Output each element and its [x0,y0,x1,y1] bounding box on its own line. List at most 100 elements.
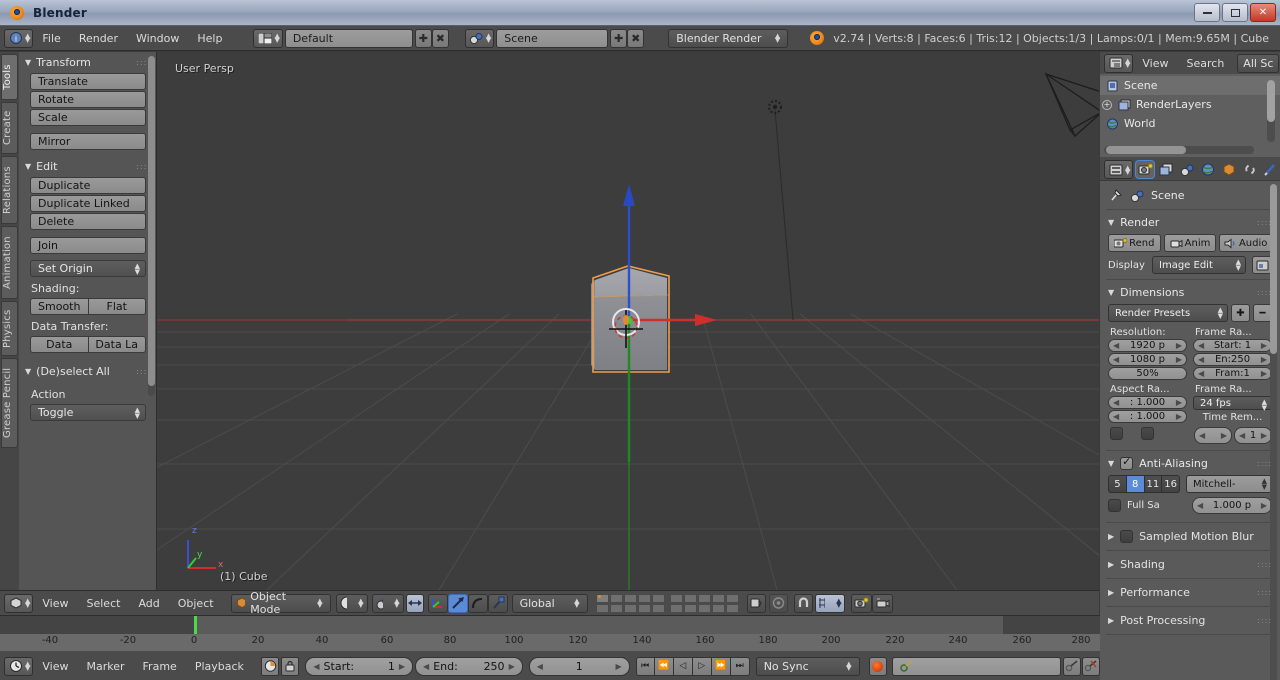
keying-set-field[interactable] [891,656,1061,676]
display-preview-button[interactable] [1252,256,1272,274]
lock-button[interactable] [281,656,300,676]
render-animation-button[interactable] [871,593,893,613]
record-button[interactable] [868,656,887,676]
tool-mirror[interactable]: Mirror [30,133,146,150]
motion-blur-checkbox[interactable] [1120,530,1134,543]
samples-11[interactable]: 11 [1144,475,1163,493]
tab-animation[interactable]: Animation [1,226,18,299]
outliner-horizontal-scrollbar[interactable] [1104,146,1254,154]
pivot-point-selector[interactable]: ▲ ▼ [371,593,404,613]
viewport-menu-add[interactable]: Add [129,594,168,613]
snap-element-selector[interactable]: ▲ ▼ [814,593,845,613]
play-button[interactable]: ▷ [692,656,712,676]
render-engine-selector[interactable]: Blender Render ▲ ▼ [668,28,789,48]
crop-checkbox[interactable] [1141,427,1154,440]
viewport-shading-selector[interactable]: ▲ ▼ [335,593,368,613]
outliner-display-mode[interactable]: All Sc [1237,53,1280,73]
tab-tools[interactable]: Tools [1,54,18,100]
resolution-percentage-field[interactable]: 50% [1108,367,1187,380]
panel-header-render[interactable]: ▼ Render :::: [1100,213,1280,232]
viewport-editor-type-selector[interactable]: ▲ ▼ [4,593,34,613]
display-mode-dropdown[interactable]: Image Edit ▲ ▼ [1152,256,1246,274]
viewport-menu-view[interactable]: View [33,594,77,613]
properties-tab-renderlayers[interactable] [1157,161,1175,178]
render-preview-button[interactable] [850,593,872,613]
tool-duplicate[interactable]: Duplicate [30,177,146,194]
panel-header-deselect-all[interactable]: ▼ (De)select All :::: [19,361,157,381]
samples-8[interactable]: 8 [1126,475,1145,493]
antialiasing-filter-dropdown[interactable]: Mitchell- ▲ ▼ [1186,475,1272,493]
outliner-row-world[interactable]: World [1100,114,1280,133]
outliner-row-scene[interactable]: Scene [1100,76,1280,95]
properties-tab-scene[interactable] [1178,161,1196,178]
frame-rate-dropdown[interactable]: 24 fps ▲ ▼ [1193,396,1272,412]
render-image-button[interactable]: Rend [1108,234,1161,252]
timeline-menu-view[interactable]: View [33,657,77,676]
jump-next-keyframe-button[interactable]: ⏩ [711,656,731,676]
antialiasing-checkbox[interactable] [1120,455,1134,470]
scene-selector[interactable]: ▲ ▼ [464,28,495,48]
frame-step-field[interactable]: ◀ Fram:1 ▶ [1193,367,1272,380]
menu-window[interactable]: Window [127,29,188,48]
tab-grease-pencil[interactable]: Grease Pencil [1,358,18,448]
viewport-menu-select[interactable]: Select [78,594,130,613]
properties-tab-object[interactable] [1220,161,1238,178]
samples-16[interactable]: 16 [1162,475,1180,493]
delete-screen-layout-button[interactable]: ✖ [431,28,449,48]
proportional-edit-button[interactable] [768,593,788,613]
menu-render[interactable]: Render [70,29,127,48]
timeline-range-strip[interactable] [0,616,1100,634]
interaction-mode-selector[interactable]: Object Mode ▲ ▼ [230,590,331,616]
viewport-menu-object[interactable]: Object [169,594,223,613]
tool-translate[interactable]: Translate [30,73,146,90]
tool-scale[interactable]: Scale [30,109,146,126]
antialiasing-size-field[interactable]: ◀ 1.000 p ▶ [1192,497,1272,514]
3d-viewport[interactable]: User Persp (1) Cube z y x [157,52,1099,590]
add-scene-button[interactable]: ✚ [610,28,628,48]
tab-physics[interactable]: Physics [1,301,18,356]
transform-orientation-selector[interactable]: Global ▲ ▼ [511,593,588,613]
resolution-x-field[interactable]: ◀ 1920 p ▶ [1108,339,1187,352]
timeline-ruler[interactable]: -40 -20 0 20 40 60 80 100 120 140 160 18… [0,634,1100,666]
current-frame-field[interactable]: ◀ 1 ▶ [528,656,630,676]
timeline-editor-type-selector[interactable]: ▲ ▼ [4,656,34,676]
playhead[interactable] [194,616,197,634]
tool-join[interactable]: Join [30,237,146,254]
screen-layout-selector[interactable]: ▲ ▼ [253,28,283,48]
tool-duplicate-linked[interactable]: Duplicate Linked [30,195,146,212]
remove-keyframe-button[interactable] [1081,656,1101,676]
render-animation-button[interactable]: Anim [1163,234,1217,252]
properties-tab-modifiers[interactable] [1262,161,1280,178]
tool-set-origin-dropdown[interactable]: Set Origin ▲ ▼ [30,260,146,277]
menu-help[interactable]: Help [188,29,231,48]
action-dropdown[interactable]: Toggle ▲ ▼ [30,404,146,421]
maximize-button[interactable] [1222,3,1248,22]
manipulator-toggle[interactable] [405,593,424,613]
tool-data-layout-transfer[interactable]: Data La [88,336,146,353]
panel-header-edit[interactable]: ▼ Edit :::: [19,156,157,176]
add-keyframe-button[interactable] [1062,656,1081,676]
panel-header-antialiasing[interactable]: ▼ Anti-Aliasing :::: [1100,454,1280,473]
outliner-menu-view[interactable]: View [1133,54,1177,73]
tab-create[interactable]: Create [1,102,18,154]
frame-start-field[interactable]: ◀ Start: 1 ▶ [1193,339,1272,352]
panel-header-dimensions[interactable]: ▼ Dimensions :::: [1100,283,1280,302]
tool-delete[interactable]: Delete [30,213,146,230]
tool-shade-smooth[interactable]: Smooth [30,298,89,315]
properties-tab-render[interactable] [1136,161,1155,178]
time-remap-old-field[interactable]: ◀ ▶ [1194,427,1232,444]
outliner-vertical-scrollbar[interactable] [1267,80,1275,142]
translate-manipulator-button[interactable] [427,593,448,613]
time-remap-new-field[interactable]: ◀ 1 ▶ [1234,427,1272,444]
screen-layout-field[interactable]: Default [284,28,413,48]
pin-icon[interactable] [1109,188,1123,202]
resolution-y-field[interactable]: ◀ 1080 p ▶ [1108,353,1187,366]
lock-camera-button[interactable] [746,593,766,613]
panel-header-shading[interactable]: ▶ Shading :::: [1100,554,1280,575]
add-screen-layout-button[interactable]: ✚ [414,28,432,48]
render-audio-button[interactable]: Audio [1219,234,1273,252]
aspect-y-field[interactable]: ◀: 1.000 ▶ [1108,410,1187,423]
outliner-row-renderlayers[interactable]: + RenderLayers [1100,95,1280,114]
scene-layers[interactable] [595,593,739,613]
panel-header-performance[interactable]: ▶ Performance :::: [1100,582,1280,603]
